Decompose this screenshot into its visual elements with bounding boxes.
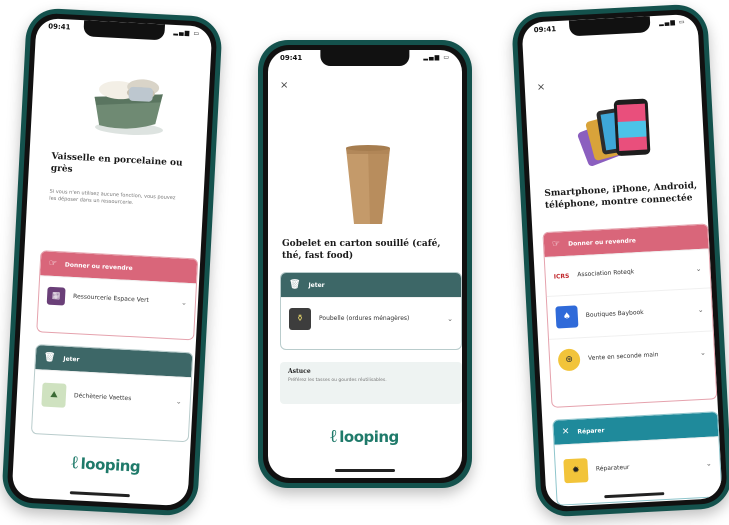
dish-image <box>94 79 163 135</box>
chevron-down-icon[interactable]: ⌄ <box>176 398 182 406</box>
chevron-down-icon[interactable]: ⌄ <box>447 315 453 323</box>
tip-title: Astuce <box>288 368 311 375</box>
phone-right: 09:41 ▂▄▆ ▭ × Smartphone, iPhone, Androi… <box>510 3 729 518</box>
product-title: Vaisselle en porcelaine ou grès <box>50 151 183 175</box>
trash-icon: 🗑︎ <box>43 352 56 364</box>
wrench-icon: ✕ <box>561 426 570 438</box>
trash-icon: 🗑︎ <box>289 280 301 290</box>
chevron-down-icon[interactable]: ⌄ <box>706 460 712 468</box>
card-repair: ✕ Réparer ✹ Réparateur ⌄ <box>552 411 723 506</box>
card-give-resell: ☞ Donner ou revendre ▦ Ressourcerie Espa… <box>36 250 199 341</box>
association-tag: ICRS <box>553 272 570 281</box>
chevron-down-icon[interactable]: ⌄ <box>695 265 701 273</box>
list-item[interactable]: ▦ Ressourcerie Espace Vert ⌄ <box>38 275 196 319</box>
product-title: Gobelet en carton souillé (café, thé, fa… <box>282 239 441 261</box>
repair-thumb-icon: ✹ <box>563 458 589 484</box>
looping-logo: ℓ looping <box>330 426 399 447</box>
chevron-down-icon[interactable]: ⌄ <box>698 306 704 314</box>
close-icon[interactable]: × <box>537 82 546 93</box>
shop-thumb-icon: ▦ <box>46 286 66 306</box>
card-give-resell: ☞ Donner ou revendre ICRS Association Ro… <box>542 223 718 408</box>
close-icon[interactable]: × <box>280 80 288 91</box>
list-item[interactable]: ⛰ Déchèterie Vaettes ⌄ <box>33 369 192 421</box>
list-item[interactable]: ✹ Réparateur ⌄ <box>554 436 721 490</box>
screen-left: 09:41 ▂▄▆ ▭ Vaisselle en porcelaine ou g… <box>11 17 213 507</box>
signal-battery-icon: ▂▄▆ ▭ <box>423 54 450 61</box>
product-title: Smartphone, iPhone, Android, téléphone, … <box>544 180 698 211</box>
phone-left: 09:41 ▂▄▆ ▭ Vaisselle en porcelaine ou g… <box>1 7 223 517</box>
status-time: 09:41 <box>48 22 71 32</box>
list-item[interactable]: ⚱ Poubelle (ordures ménagères) ⌄ <box>281 297 461 336</box>
card-throw: 🗑︎ Jeter ⛰ Déchèterie Vaettes ⌄ <box>30 344 194 443</box>
paper-cup-image <box>346 145 390 224</box>
seconde-main-thumb-icon: ⊛ <box>557 348 581 372</box>
card-throw: 🗑︎ Jeter ⚱ Poubelle (ordures ménagères) … <box>280 272 462 350</box>
bin-thumb-icon: ⚱ <box>289 308 311 330</box>
tip-box: Astuce Préférez les tasses ou gourdes ré… <box>280 362 462 404</box>
product-description: Si vous n'en utilisez aucune fonction, v… <box>49 188 176 207</box>
list-item[interactable]: ⊛ Vente en seconde main ⌄ <box>549 330 716 382</box>
tip-body: Préférez les tasses ou gourdes réutilisa… <box>288 378 387 383</box>
dechetterie-thumb-icon: ⛰ <box>41 382 67 408</box>
chevron-down-icon[interactable]: ⌄ <box>181 299 187 307</box>
screen-center: 09:41 ▂▄▆ ▭ × Gobelet en carton souillé … <box>268 50 462 478</box>
smartphones-image <box>577 98 651 167</box>
signal-battery-icon: ▂▄▆ ▭ <box>173 28 201 38</box>
status-time: 09:41 <box>533 25 557 35</box>
phone-center: 09:41 ▂▄▆ ▭ × Gobelet en carton souillé … <box>258 40 472 488</box>
hand-give-icon: ☞ <box>48 258 58 270</box>
looping-logo: ℓ looping <box>70 452 141 476</box>
signal-battery-icon: ▂▄▆ ▭ <box>658 18 686 27</box>
chevron-down-icon[interactable]: ⌄ <box>700 349 706 357</box>
boutique-thumb-icon: ♠ <box>555 305 579 329</box>
screen-right: 09:41 ▂▄▆ ▭ × Smartphone, iPhone, Androi… <box>521 13 723 508</box>
hand-give-icon: ☞ <box>551 239 561 250</box>
status-time: 09:41 <box>280 54 303 62</box>
